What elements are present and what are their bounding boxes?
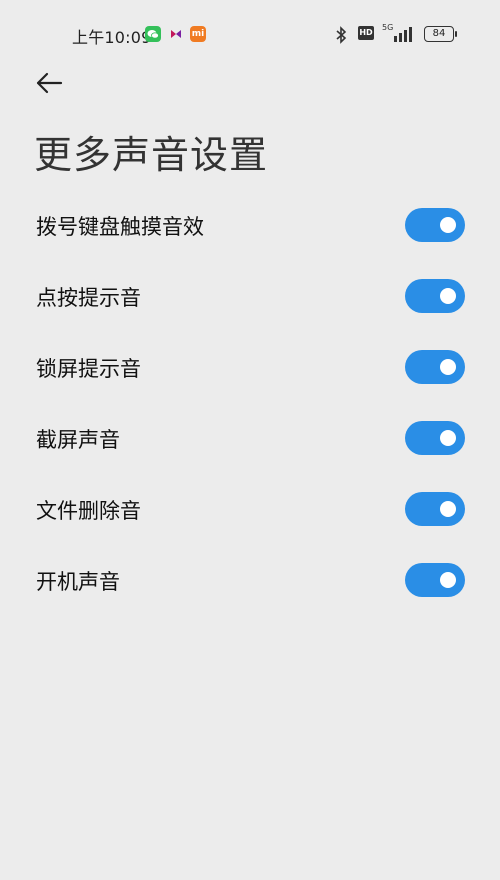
toggle-knob: [440, 217, 456, 233]
setting-label: 文件删除音: [36, 499, 141, 523]
wechat-icon: [145, 26, 161, 42]
mi-icon: mi: [190, 26, 206, 42]
setting-row-dialpad-touch[interactable]: 拨号键盘触摸音效: [0, 189, 500, 260]
setting-row-lock-screen-sound[interactable]: 锁屏提示音: [0, 331, 500, 402]
screenshot-sound-toggle[interactable]: [405, 421, 465, 455]
setting-row-file-delete-sound[interactable]: 文件删除音: [0, 473, 500, 544]
status-bar: 上午10:09 mi HD 5G 84: [0, 0, 500, 70]
lock-screen-sound-toggle[interactable]: [405, 350, 465, 384]
tap-sound-toggle[interactable]: [405, 279, 465, 313]
boot-sound-toggle[interactable]: [405, 563, 465, 597]
app-notification-icon: [168, 26, 184, 42]
toggle-knob: [440, 359, 456, 375]
network-label: 5G: [382, 23, 393, 32]
setting-row-tap-sound[interactable]: 点按提示音: [0, 260, 500, 331]
dialpad-touch-toggle[interactable]: [405, 208, 465, 242]
page-title: 更多声音设置: [34, 133, 269, 177]
settings-list: 拨号键盘触摸音效 点按提示音 锁屏提示音 截屏声音 文件删除音 开机声音: [0, 189, 500, 615]
setting-label: 截屏声音: [36, 428, 120, 452]
setting-label: 拨号键盘触摸音效: [36, 215, 204, 239]
signal-icon: 5G: [382, 22, 416, 48]
toggle-knob: [440, 288, 456, 304]
toggle-knob: [440, 430, 456, 446]
back-arrow-icon: [36, 72, 63, 94]
hd-badge: HD: [358, 26, 374, 40]
battery-indicator: 84: [424, 26, 457, 42]
back-button[interactable]: [34, 68, 66, 98]
status-time: 上午10:09: [72, 28, 152, 47]
setting-label: 点按提示音: [36, 286, 141, 310]
setting-label: 开机声音: [36, 570, 120, 594]
setting-row-boot-sound[interactable]: 开机声音: [0, 544, 500, 615]
toggle-knob: [440, 572, 456, 588]
file-delete-sound-toggle[interactable]: [405, 492, 465, 526]
setting-row-screenshot-sound[interactable]: 截屏声音: [0, 402, 500, 473]
bluetooth-icon: [335, 26, 347, 48]
setting-label: 锁屏提示音: [36, 357, 141, 381]
toggle-knob: [440, 501, 456, 517]
